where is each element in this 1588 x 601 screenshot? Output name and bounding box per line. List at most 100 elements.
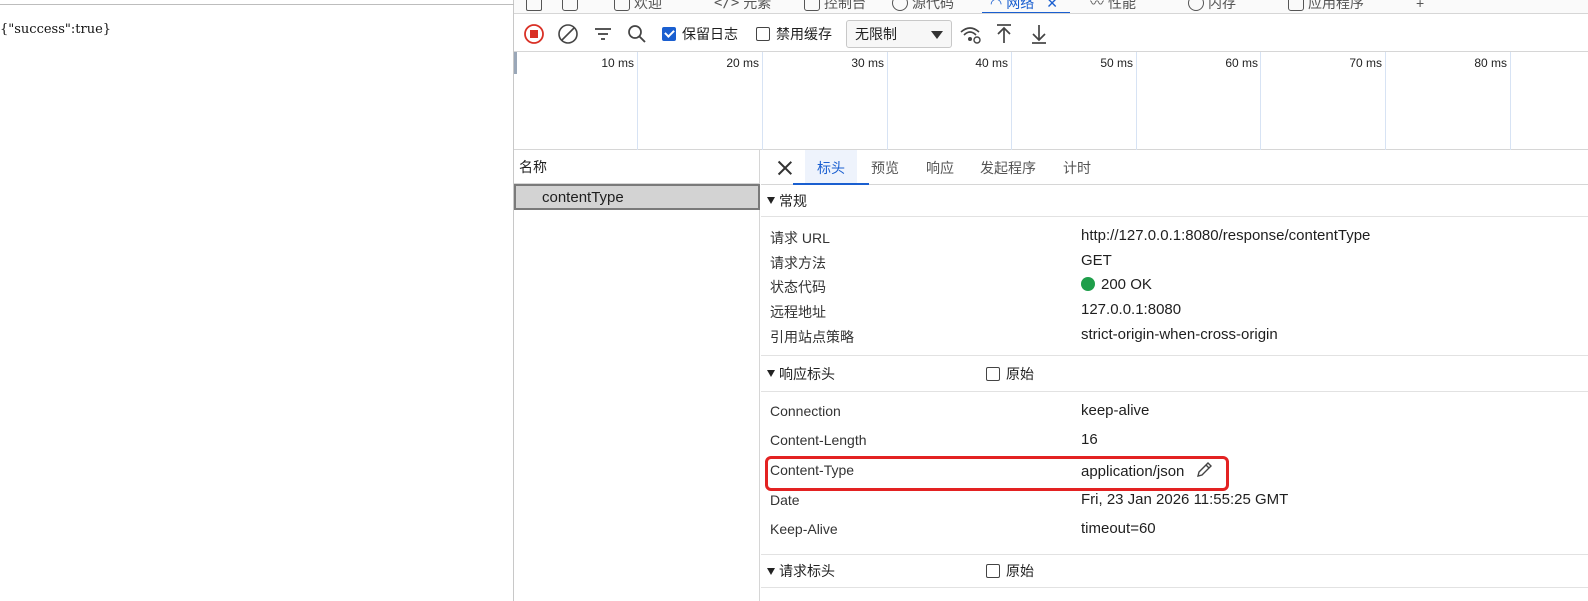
details-tabs: 标头 预览 响应 发起程序 计时 xyxy=(761,150,1588,186)
tab-welcome[interactable]: 欢迎 xyxy=(614,0,662,13)
expand-triangle-icon xyxy=(767,197,775,204)
timeline-gridline xyxy=(637,52,638,150)
timeline-gridline xyxy=(887,52,888,150)
header-key: 请求 URL xyxy=(770,230,830,246)
header-value: application/json xyxy=(1081,463,1185,480)
timeline-start-marker xyxy=(514,52,517,74)
timeline-tick-label: 10 ms xyxy=(601,56,634,70)
header-key: 请求方法 xyxy=(770,255,826,271)
timeline-gridline xyxy=(1260,52,1261,150)
search-icon xyxy=(628,24,646,43)
tab-performance[interactable]: 〰 性能 xyxy=(1090,0,1136,13)
console-icon xyxy=(804,0,820,11)
search-button[interactable] xyxy=(624,15,650,52)
record-button[interactable] xyxy=(521,15,547,52)
header-value: 127.0.0.1:8080 xyxy=(1081,301,1182,318)
clear-button[interactable] xyxy=(555,15,581,52)
header-key: Connection xyxy=(770,403,841,419)
wifi-icon: ◠ xyxy=(990,0,1003,11)
header-value: strict-origin-when-cross-origin xyxy=(1081,326,1278,343)
header-key: 状态代码 xyxy=(770,279,826,295)
clear-icon xyxy=(558,23,578,44)
tab-preview[interactable]: 预览 xyxy=(871,150,899,185)
timeline-tick-label: 40 ms xyxy=(975,56,1008,70)
preserve-log-check[interactable] xyxy=(662,26,676,41)
tab-label: 元素 xyxy=(743,0,772,11)
request-details: 标头 预览 响应 发起程序 计时 常规 请求 URL http://127.0.… xyxy=(761,150,1588,601)
code-icon: </> xyxy=(714,0,740,11)
general-section-header[interactable]: 常规 xyxy=(761,185,1588,217)
raw-label: 原始 xyxy=(1006,563,1034,579)
header-value: 16 xyxy=(1081,431,1098,448)
tab-response[interactable]: 响应 xyxy=(926,150,954,185)
close-icon[interactable] xyxy=(777,160,793,176)
expand-triangle-icon xyxy=(767,567,775,575)
header-value: timeout=60 xyxy=(1081,520,1156,537)
pencil-icon[interactable] xyxy=(1195,461,1213,479)
name-column-header: 名称 xyxy=(519,158,547,175)
tab-label: 控制台 xyxy=(824,0,866,11)
application-icon xyxy=(1288,0,1304,11)
tab-label: 欢迎 xyxy=(634,0,662,11)
request-row[interactable]: contentType xyxy=(514,184,760,210)
tab-label: 源代码 xyxy=(912,0,954,11)
inspect-icon xyxy=(526,0,542,11)
inspect-tools[interactable] xyxy=(526,0,578,13)
status-ok-icon xyxy=(1081,277,1095,291)
tab-elements[interactable]: </> 元素 xyxy=(714,0,772,13)
header-value: http://127.0.0.1:8080/response/contentTy… xyxy=(1081,227,1371,244)
active-tab-indicator xyxy=(982,12,1070,13)
header-key: Content-Type xyxy=(770,462,855,478)
preserve-log-checkbox[interactable]: 保留日志 xyxy=(662,15,738,52)
disable-cache-checkbox[interactable]: 禁用缓存 xyxy=(756,15,832,52)
filter-button[interactable] xyxy=(590,15,616,52)
home-icon xyxy=(614,0,630,11)
raw-checkbox[interactable] xyxy=(986,366,1000,381)
tab-memory[interactable]: 内存 xyxy=(1188,0,1236,13)
tab-console[interactable]: 控制台 xyxy=(804,0,866,13)
app-root: {"success":true} 欢迎 </> 元素 控制台 源代码 ◠ 网络 … xyxy=(0,0,1588,601)
tab-label: 内存 xyxy=(1208,0,1236,11)
section-title: 常规 xyxy=(779,192,807,209)
throttling-select[interactable]: 无限制 xyxy=(846,20,952,48)
network-conditions-button[interactable] xyxy=(958,15,984,52)
export-har-button[interactable] xyxy=(1026,15,1052,52)
devtools-panel-tabs: 欢迎 </> 元素 控制台 源代码 ◠ 网络 ✕ 〰 性能 内存 应用程序 + xyxy=(514,0,1588,14)
bug-icon xyxy=(892,0,908,11)
record-stop-icon xyxy=(524,23,544,44)
header-value: keep-alive xyxy=(1081,402,1150,419)
tab-application[interactable]: 应用程序 xyxy=(1288,0,1364,13)
page-viewport: {"success":true} xyxy=(0,0,514,601)
tab-sources[interactable]: 源代码 xyxy=(892,0,954,13)
header-value: 200 OK xyxy=(1101,276,1152,293)
tab-network[interactable]: ◠ 网络 ✕ xyxy=(982,0,1070,13)
import-har-button[interactable] xyxy=(991,15,1017,52)
disable-cache-check[interactable] xyxy=(756,26,770,41)
section-title: 请求标头 xyxy=(779,563,835,579)
response-headers-section-header[interactable]: 响应标头 原始 xyxy=(761,355,1588,392)
throttling-value: 无限制 xyxy=(855,26,897,42)
request-list-header[interactable]: 名称 xyxy=(514,150,759,184)
header-key: 远程地址 xyxy=(770,304,826,320)
timeline-tick-label: 30 ms xyxy=(851,56,884,70)
preserve-log-label: 保留日志 xyxy=(682,25,738,42)
network-overview-timeline[interactable]: 10 ms 20 ms 30 ms 40 ms 50 ms 60 ms 70 m… xyxy=(514,52,1588,150)
more-tabs-button[interactable]: + xyxy=(1416,0,1424,13)
section-title: 响应标头 xyxy=(779,365,835,382)
devtools-panel: 欢迎 </> 元素 控制台 源代码 ◠ 网络 ✕ 〰 性能 内存 应用程序 + … xyxy=(514,0,1588,601)
network-conditions-icon xyxy=(960,26,981,44)
tab-initiator[interactable]: 发起程序 xyxy=(980,150,1036,185)
raw-checkbox[interactable] xyxy=(986,564,1000,578)
tab-timing[interactable]: 计时 xyxy=(1063,150,1091,185)
timeline-gridline xyxy=(1011,52,1012,150)
timeline-tick-label: 20 ms xyxy=(726,56,759,70)
disable-cache-label: 禁用缓存 xyxy=(776,25,832,42)
timeline-tick-label: 80 ms xyxy=(1474,56,1507,70)
raw-toggle[interactable]: 原始 xyxy=(986,561,1034,581)
raw-toggle[interactable]: 原始 xyxy=(986,364,1034,384)
close-tab-icon[interactable]: ✕ xyxy=(1046,0,1058,12)
tab-headers[interactable]: 标头 xyxy=(793,150,869,186)
timeline-gridline xyxy=(1510,52,1511,150)
request-headers-section-header[interactable]: 请求标头 原始 xyxy=(761,554,1588,588)
tab-label: 响应 xyxy=(926,159,954,176)
